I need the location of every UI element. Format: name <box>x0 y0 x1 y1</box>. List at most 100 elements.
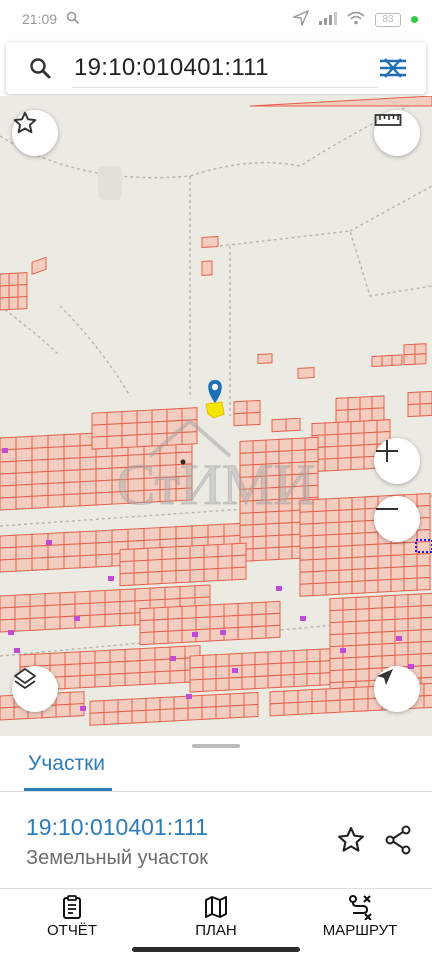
parcel[interactable] <box>338 557 353 571</box>
parcel[interactable] <box>79 662 96 677</box>
parcel[interactable] <box>103 699 119 714</box>
parcel[interactable] <box>74 590 91 605</box>
parcel[interactable] <box>133 571 149 586</box>
parcel[interactable] <box>31 434 49 449</box>
parcel[interactable] <box>254 675 269 690</box>
parcel[interactable] <box>201 260 213 276</box>
parcel[interactable] <box>265 612 281 627</box>
my-location-button[interactable] <box>374 666 420 712</box>
parcel[interactable] <box>394 618 409 632</box>
parcel[interactable] <box>189 654 204 669</box>
parcel[interactable] <box>350 432 365 447</box>
parcel[interactable] <box>64 663 81 678</box>
parcel[interactable] <box>0 460 17 475</box>
parcel[interactable] <box>280 662 295 676</box>
parcel[interactable] <box>79 530 97 545</box>
parcel[interactable] <box>95 553 113 568</box>
parcel[interactable] <box>252 547 267 562</box>
parcel[interactable] <box>131 709 147 724</box>
parcel[interactable] <box>355 632 370 646</box>
parcel[interactable] <box>338 533 353 547</box>
parcel[interactable] <box>79 554 97 569</box>
parcel[interactable] <box>278 534 293 548</box>
map-view[interactable]: СтИМИ <box>0 96 432 736</box>
parcel[interactable] <box>151 420 168 435</box>
parcel[interactable] <box>119 612 136 627</box>
parcel[interactable] <box>207 523 225 538</box>
nav-route[interactable]: МАРШРУТ <box>314 894 406 939</box>
parcel[interactable] <box>151 408 168 423</box>
parcel[interactable] <box>403 565 418 580</box>
parcel[interactable] <box>347 408 361 423</box>
sheet-drag-handle[interactable] <box>192 744 240 748</box>
parcel[interactable] <box>31 532 49 547</box>
parcel[interactable] <box>139 607 155 622</box>
parcel[interactable] <box>154 658 171 673</box>
parcel[interactable] <box>154 646 171 661</box>
parcel[interactable] <box>342 608 357 623</box>
parcel[interactable] <box>299 571 314 585</box>
parcel[interactable] <box>280 650 295 664</box>
parcel[interactable] <box>311 700 327 715</box>
parcel[interactable] <box>233 400 248 415</box>
parcel[interactable] <box>368 643 383 658</box>
parcel[interactable] <box>351 568 366 583</box>
parcel[interactable] <box>265 600 281 615</box>
parcel[interactable] <box>403 577 418 592</box>
parcel[interactable] <box>153 606 169 621</box>
parcel[interactable] <box>363 419 378 434</box>
parcel[interactable] <box>280 674 295 688</box>
parcel[interactable] <box>337 445 352 459</box>
parcel[interactable] <box>136 409 153 424</box>
parcel[interactable] <box>0 546 17 561</box>
parcel[interactable] <box>139 631 155 646</box>
parcel[interactable] <box>63 493 81 508</box>
parcel[interactable] <box>299 583 314 597</box>
parcel[interactable] <box>202 678 217 692</box>
parcel[interactable] <box>17 296 28 310</box>
parcel[interactable] <box>31 556 49 571</box>
parcel[interactable] <box>325 569 340 584</box>
nav-plan[interactable]: ПЛАН <box>178 894 254 939</box>
parcel[interactable] <box>325 533 340 548</box>
parcel[interactable] <box>79 542 97 557</box>
parcel[interactable] <box>265 522 280 537</box>
parcel[interactable] <box>337 421 352 435</box>
parcel[interactable] <box>31 256 47 276</box>
parcel[interactable] <box>355 644 370 658</box>
parcel[interactable] <box>338 521 353 535</box>
parcel[interactable] <box>381 642 396 657</box>
parcel[interactable] <box>283 701 299 716</box>
parcel[interactable] <box>325 581 340 596</box>
parcel[interactable] <box>223 615 239 629</box>
layers-button[interactable] <box>12 666 58 712</box>
parcel[interactable] <box>29 593 46 607</box>
parcel[interactable] <box>159 696 175 711</box>
parcel[interactable] <box>161 546 177 561</box>
parcel[interactable] <box>169 669 186 684</box>
parcel[interactable] <box>104 589 121 604</box>
parcel[interactable] <box>335 409 349 423</box>
parcel[interactable] <box>202 654 217 668</box>
parcel[interactable] <box>119 548 135 563</box>
parcel[interactable] <box>59 615 76 630</box>
parcel[interactable] <box>241 652 256 666</box>
parcel[interactable] <box>338 569 353 583</box>
parcel[interactable] <box>381 618 396 633</box>
parcel[interactable] <box>312 534 327 549</box>
parcel[interactable] <box>15 471 33 486</box>
parcel[interactable] <box>195 616 211 631</box>
parcel[interactable] <box>311 688 327 703</box>
parcel[interactable] <box>364 567 379 582</box>
parcel[interactable] <box>381 354 393 367</box>
parcel[interactable] <box>31 482 49 497</box>
parcel[interactable] <box>8 272 19 287</box>
parcel[interactable] <box>187 706 203 721</box>
parcel[interactable] <box>304 436 319 451</box>
parcel[interactable] <box>159 526 177 541</box>
parcel[interactable] <box>31 446 49 461</box>
parcel[interactable] <box>265 438 280 453</box>
parcel[interactable] <box>209 603 225 618</box>
parcel[interactable] <box>368 631 383 646</box>
parcel[interactable] <box>89 589 106 604</box>
